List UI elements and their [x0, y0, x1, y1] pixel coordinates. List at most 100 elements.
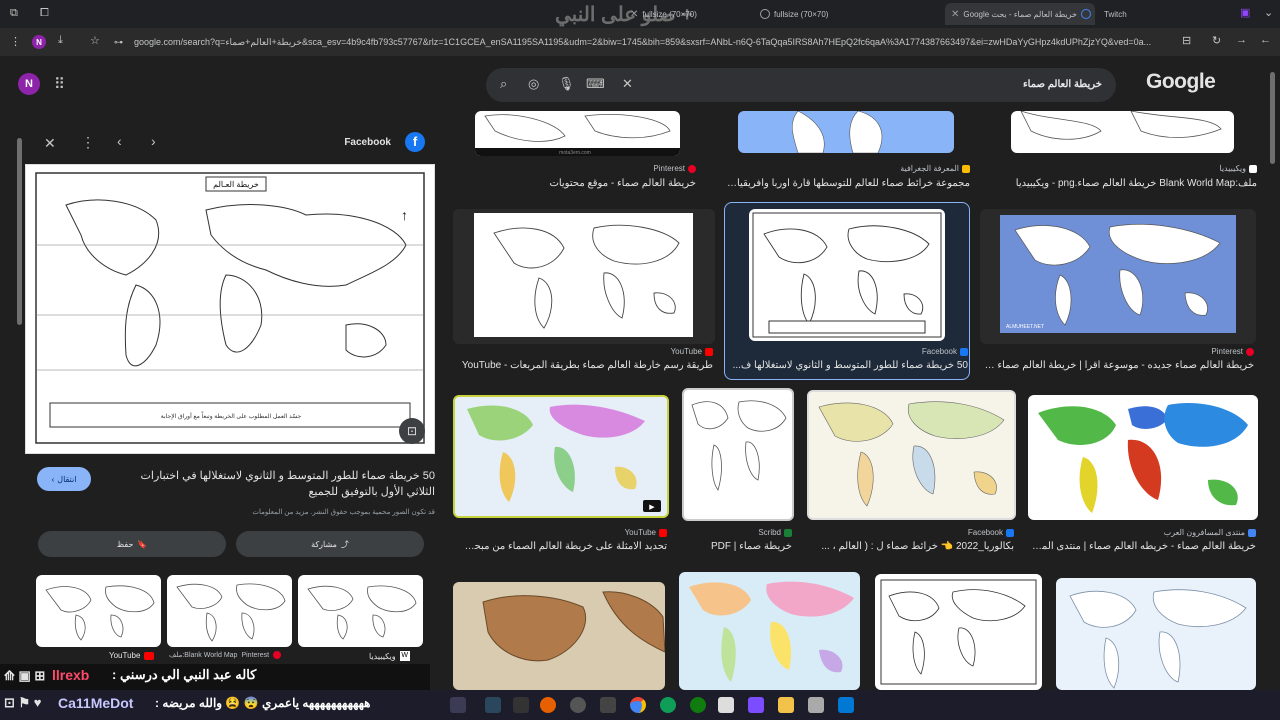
chrome-profile-icon[interactable] — [660, 697, 676, 713]
download-icon[interactable]: ⤓ — [58, 34, 63, 47]
result-caption[interactable]: خريطة صماء | PDF — [680, 541, 792, 552]
search-box[interactable]: ⌕ ◎ 🎙 ⌨ ✕ خريطة العالم صماء — [486, 68, 1116, 102]
result-image[interactable] — [1028, 395, 1258, 520]
result-caption[interactable]: تحديد الامثلة على خريطة العالم الصماء من… — [455, 541, 667, 552]
clapper-icon[interactable] — [718, 697, 734, 713]
steam-icon[interactable] — [485, 697, 501, 713]
bookmark-star-icon[interactable]: ☆ — [90, 34, 100, 47]
result-image[interactable] — [875, 574, 1042, 690]
result-card[interactable] — [875, 574, 1042, 690]
clear-search-icon[interactable]: ✕ — [622, 76, 633, 92]
next-icon[interactable]: › — [151, 133, 156, 149]
close-tab-icon[interactable]: ✕ — [630, 9, 638, 20]
result-card[interactable]: ▶ YouTube تحديد الامثلة على خريطة العالم… — [453, 395, 669, 555]
file-explorer-icon[interactable] — [778, 697, 794, 713]
share-button[interactable]: مشاركة ⤴ — [236, 531, 424, 557]
close-tab-icon[interactable]: ✕ — [951, 9, 959, 20]
related-source-pinterest[interactable]: ملف:Blank World Map Pinterest — [169, 651, 282, 659]
taskbar-app-icon[interactable] — [808, 697, 824, 713]
result-card[interactable]: mota3em.com Pinterest خريطة العالم صماء … — [453, 111, 698, 191]
result-image[interactable]: mota3em.com — [475, 111, 680, 156]
tab-google-search[interactable]: ✕ خريطة العالم صماء - بحث Google — [945, 3, 1095, 25]
save-button[interactable]: حفظ 🔖 — [38, 531, 226, 557]
result-card[interactable]: ALMUHEET.NET Pinterest خريطة العالم صماء… — [980, 209, 1256, 379]
result-card[interactable] — [453, 582, 665, 690]
result-card[interactable]: Facebook بكالوريا_2022 👈 خرائط صماء ل : … — [807, 390, 1016, 555]
menu-icon[interactable]: ⋮ — [10, 35, 21, 48]
search-query[interactable]: خريطة العالم صماء — [1023, 68, 1102, 102]
result-image[interactable] — [1056, 578, 1256, 690]
back-icon[interactable]: ← — [1260, 34, 1271, 46]
tab-fullsize-1[interactable]: ✕ fullsize (70×70) — [630, 3, 730, 25]
preview-title[interactable]: 50 خريطة صماء للطور المتوسط و الثانوي لا… — [115, 468, 435, 500]
tab-fullsize-2[interactable]: fullsize (70×70) — [760, 3, 910, 25]
lens-icon[interactable]: ◎ — [528, 76, 539, 92]
tab-twitch[interactable]: Twitch — [1104, 3, 1224, 25]
result-card[interactable]: YouTube طريقة رسم خارطة العالم صماء بطري… — [453, 209, 715, 379]
account-avatar[interactable]: N — [18, 73, 40, 95]
result-caption[interactable]: مجموعة خرائط صماء للعالم للتوسطها قارة أ… — [725, 178, 970, 189]
more-options-icon[interactable]: ⋮ — [81, 134, 95, 151]
firefox-icon[interactable] — [540, 697, 556, 713]
result-caption[interactable]: خريطة العالم صماء - خريطه العالم صماء | … — [1030, 541, 1256, 552]
copyright-note[interactable]: قد تكون الصور محمية بموجب حقوق النشر. مز… — [252, 508, 435, 516]
visual-search-icon[interactable]: ⊡ — [399, 418, 425, 444]
window-menu-icon[interactable]: ⧉ — [10, 7, 18, 20]
result-image[interactable] — [682, 388, 794, 521]
related-source-youtube[interactable]: YouTube — [109, 651, 155, 660]
result-image[interactable] — [749, 209, 945, 341]
profile-avatar[interactable]: N — [32, 35, 46, 49]
copilot-icon[interactable] — [748, 697, 764, 713]
related-thumb-pinterest[interactable] — [167, 575, 292, 647]
result-image[interactable] — [1011, 111, 1234, 153]
result-card[interactable]: المعرفة الجغرافية مجموعة خرائط صماء للعا… — [722, 111, 972, 191]
previous-icon[interactable]: ‹ — [117, 133, 122, 149]
result-card[interactable] — [1056, 578, 1256, 690]
install-app-icon[interactable]: ⊟ — [1182, 34, 1191, 47]
capcut-icon[interactable] — [513, 697, 529, 713]
result-caption[interactable]: خريطة العالم صماء - موقع محتويات — [456, 178, 696, 189]
google-logo[interactable]: Google — [1146, 70, 1216, 94]
result-caption[interactable]: خريطة العالم صماء جديده - موسوعة اقرأ | … — [982, 360, 1254, 371]
panel-scrollbar[interactable] — [17, 138, 22, 325]
related-thumb-wikipedia[interactable] — [298, 575, 423, 647]
result-caption[interactable]: طريقة رسم خارطة العالم صماء بطريقة المرب… — [455, 360, 713, 371]
taskbar-app-icon[interactable] — [450, 697, 466, 713]
related-thumb-youtube[interactable] — [36, 575, 161, 647]
url-field[interactable]: ⊶ google.com/search?q=خريطة+العالم+صماء&… — [106, 32, 1206, 52]
obs-icon[interactable] — [570, 697, 586, 713]
result-caption[interactable]: بكالوريا_2022 👈 خرائط صماء ل : ( العالم … — [809, 541, 1014, 552]
result-image[interactable]: ▶ — [453, 395, 669, 518]
related-source-wikipedia[interactable]: ويكيبيديا W — [369, 651, 410, 661]
result-card[interactable]: Scribd خريطة صماء | PDF — [682, 388, 794, 555]
result-image[interactable] — [453, 209, 715, 344]
result-card[interactable]: منتدى المسافرون العرب خريطة العالم صماء … — [1028, 395, 1258, 555]
result-image[interactable] — [453, 582, 665, 690]
result-card[interactable]: ويكيبيديا ملف:Blank World Map خريطة العا… — [996, 111, 1259, 191]
chrome-icon[interactable] — [630, 697, 646, 713]
microphone-icon[interactable]: 🎙 — [558, 76, 575, 92]
close-preview-icon[interactable]: ✕ — [44, 135, 56, 152]
reload-icon[interactable]: ↻ — [1212, 34, 1221, 47]
taskbar-app-icon[interactable] — [600, 697, 616, 713]
site-info-icon[interactable]: ⊶ — [114, 32, 123, 52]
result-image[interactable] — [807, 390, 1016, 520]
search-icon[interactable]: ⌕ — [500, 76, 507, 92]
forward-icon[interactable]: → — [1236, 34, 1247, 46]
preview-image[interactable]: خريطة العـالم ↑ جسّد العمل المطلوب على ا… — [25, 164, 435, 454]
keyboard-icon[interactable]: ⌨ — [586, 76, 605, 92]
result-card[interactable]: Facebook 50 خريطة صماء للطور المتوسط و ا… — [724, 209, 970, 379]
page-scrollbar[interactable] — [1270, 72, 1275, 164]
result-caption[interactable]: 50 خريطة صماء للطور المتوسط و الثانوي لا… — [726, 360, 968, 371]
windows-start-icon[interactable] — [838, 697, 854, 713]
tab-search-icon[interactable]: ⌄ — [1264, 6, 1273, 19]
result-image[interactable] — [679, 572, 860, 690]
new-window-icon[interactable]: ⧠ — [40, 7, 49, 20]
preview-source-name[interactable]: Facebook — [344, 137, 391, 148]
result-image[interactable]: ALMUHEET.NET — [980, 209, 1256, 344]
result-image[interactable] — [738, 111, 954, 153]
visit-button[interactable]: ‹ انتقال — [37, 467, 91, 491]
xbox-icon[interactable] — [690, 697, 706, 713]
result-card[interactable] — [679, 572, 860, 690]
result-caption[interactable]: ملف:Blank World Map خريطة العالم صماء.pn… — [997, 178, 1257, 189]
